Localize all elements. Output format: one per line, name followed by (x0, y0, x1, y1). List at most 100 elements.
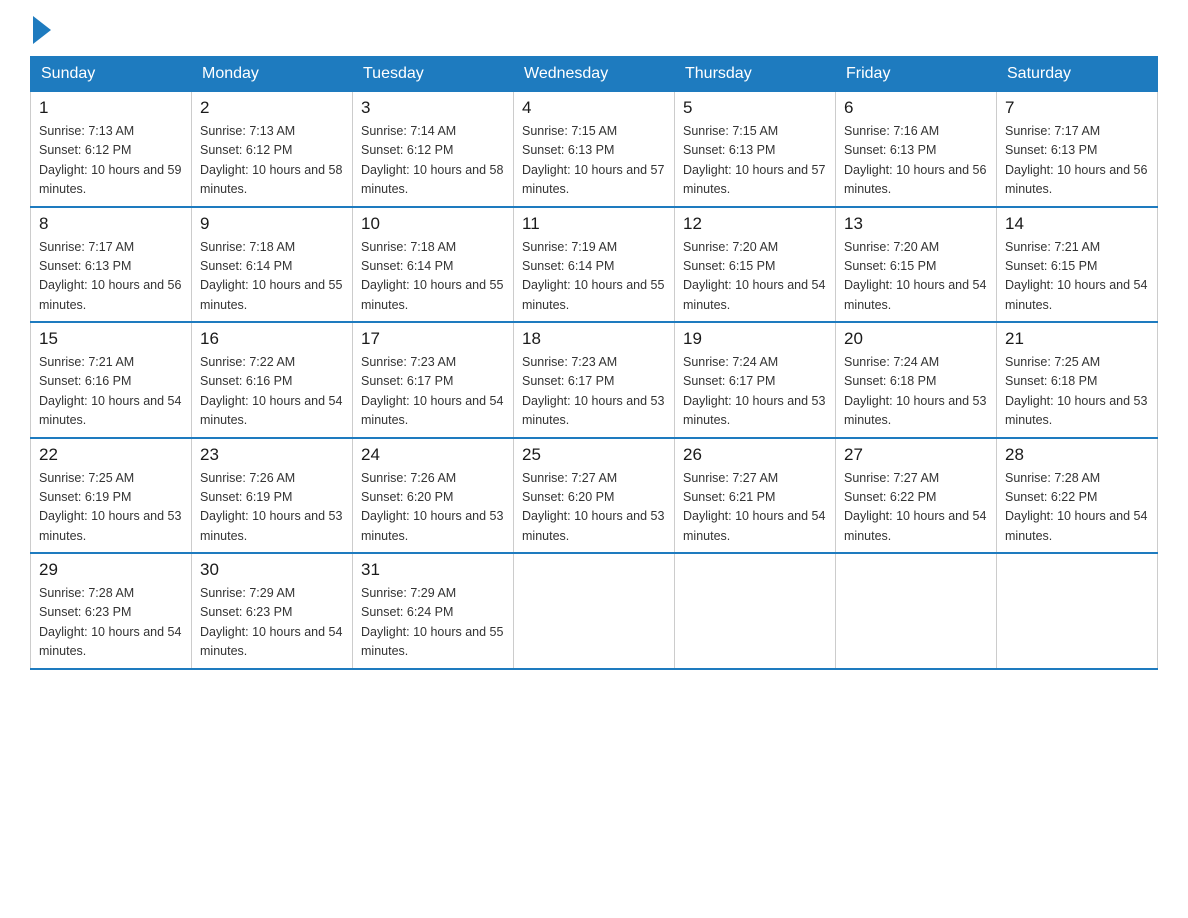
day-number: 17 (361, 329, 505, 349)
day-number: 19 (683, 329, 827, 349)
page-header (30, 20, 1158, 38)
calendar-cell: 16Sunrise: 7:22 AMSunset: 6:16 PMDayligh… (192, 322, 353, 438)
day-number: 9 (200, 214, 344, 234)
logo-arrow-icon (33, 16, 51, 44)
calendar-cell: 27 Sunrise: 7:27 AMSunset: 6:22 PMDayligh… (836, 438, 997, 554)
day-info: Sunrise: 7:13 AMSunset: 6:12 PMDaylight:… (200, 122, 344, 200)
calendar-cell: 9 Sunrise: 7:18 AMSunset: 6:14 PMDaylight… (192, 207, 353, 323)
day-number: 15 (39, 329, 183, 349)
day-header-monday: Monday (192, 57, 353, 92)
calendar-cell: 18 Sunrise: 7:23 AMSunset: 6:17 PMDayligh… (514, 322, 675, 438)
day-number: 27 (844, 445, 988, 465)
day-number: 6 (844, 98, 988, 118)
day-number: 14 (1005, 214, 1149, 234)
day-number: 18 (522, 329, 666, 349)
day-number: 31 (361, 560, 505, 580)
day-info: Sunrise: 7:28 AMSunset: 6:22 PMDaylight:… (1005, 469, 1149, 547)
day-number: 28 (1005, 445, 1149, 465)
day-number: 4 (522, 98, 666, 118)
day-info: Sunrise: 7:28 AMSunset: 6:23 PMDaylight:… (39, 584, 183, 662)
calendar-cell: 13 Sunrise: 7:20 AMSunset: 6:15 PMDayligh… (836, 207, 997, 323)
day-info: Sunrise: 7:13 AMSunset: 6:12 PMDaylight:… (39, 122, 183, 200)
calendar-week-row: 22 Sunrise: 7:25 AMSunset: 6:19 PMDayligh… (31, 438, 1158, 554)
calendar-cell: 3Sunrise: 7:14 AMSunset: 6:12 PMDaylight… (353, 92, 514, 207)
day-header-thursday: Thursday (675, 57, 836, 92)
calendar-cell: 5Sunrise: 7:15 AMSunset: 6:13 PMDaylight… (675, 92, 836, 207)
day-info: Sunrise: 7:15 AMSunset: 6:13 PMDaylight:… (683, 122, 827, 200)
calendar-cell: 26 Sunrise: 7:27 AMSunset: 6:21 PMDayligh… (675, 438, 836, 554)
calendar-cell: 22 Sunrise: 7:25 AMSunset: 6:19 PMDayligh… (31, 438, 192, 554)
day-number: 26 (683, 445, 827, 465)
calendar-cell: 30 Sunrise: 7:29 AMSunset: 6:23 PMDayligh… (192, 553, 353, 669)
day-info: Sunrise: 7:23 AMSunset: 6:17 PMDaylight:… (522, 353, 666, 431)
calendar-week-row: 29Sunrise: 7:28 AMSunset: 6:23 PMDayligh… (31, 553, 1158, 669)
calendar-cell: 1 Sunrise: 7:13 AMSunset: 6:12 PMDaylight… (31, 92, 192, 207)
calendar-cell: 25Sunrise: 7:27 AMSunset: 6:20 PMDayligh… (514, 438, 675, 554)
day-number: 16 (200, 329, 344, 349)
calendar-cell: 2 Sunrise: 7:13 AMSunset: 6:12 PMDaylight… (192, 92, 353, 207)
day-info: Sunrise: 7:25 AMSunset: 6:18 PMDaylight:… (1005, 353, 1149, 431)
day-info: Sunrise: 7:25 AMSunset: 6:19 PMDaylight:… (39, 469, 183, 547)
day-info: Sunrise: 7:26 AMSunset: 6:19 PMDaylight:… (200, 469, 344, 547)
day-info: Sunrise: 7:18 AMSunset: 6:14 PMDaylight:… (200, 238, 344, 316)
day-header-wednesday: Wednesday (514, 57, 675, 92)
day-number: 7 (1005, 98, 1149, 118)
day-info: Sunrise: 7:21 AMSunset: 6:15 PMDaylight:… (1005, 238, 1149, 316)
day-number: 24 (361, 445, 505, 465)
day-info: Sunrise: 7:14 AMSunset: 6:12 PMDaylight:… (361, 122, 505, 200)
calendar-cell: 31 Sunrise: 7:29 AMSunset: 6:24 PMDayligh… (353, 553, 514, 669)
day-number: 2 (200, 98, 344, 118)
day-number: 11 (522, 214, 666, 234)
calendar-cell: 11Sunrise: 7:19 AMSunset: 6:14 PMDayligh… (514, 207, 675, 323)
calendar-week-row: 1 Sunrise: 7:13 AMSunset: 6:12 PMDaylight… (31, 92, 1158, 207)
day-number: 1 (39, 98, 183, 118)
calendar-cell (836, 553, 997, 669)
day-number: 20 (844, 329, 988, 349)
day-info: Sunrise: 7:18 AMSunset: 6:14 PMDaylight:… (361, 238, 505, 316)
calendar-cell: 19 Sunrise: 7:24 AMSunset: 6:17 PMDayligh… (675, 322, 836, 438)
calendar-cell: 24Sunrise: 7:26 AMSunset: 6:20 PMDayligh… (353, 438, 514, 554)
calendar-cell: 15 Sunrise: 7:21 AMSunset: 6:16 PMDayligh… (31, 322, 192, 438)
day-info: Sunrise: 7:16 AMSunset: 6:13 PMDaylight:… (844, 122, 988, 200)
day-header-tuesday: Tuesday (353, 57, 514, 92)
logo-top (30, 20, 51, 44)
day-number: 30 (200, 560, 344, 580)
day-header-sunday: Sunday (31, 57, 192, 92)
day-info: Sunrise: 7:20 AMSunset: 6:15 PMDaylight:… (844, 238, 988, 316)
calendar-cell: 21 Sunrise: 7:25 AMSunset: 6:18 PMDayligh… (997, 322, 1158, 438)
calendar-cell: 10 Sunrise: 7:18 AMSunset: 6:14 PMDayligh… (353, 207, 514, 323)
calendar-cell: 12 Sunrise: 7:20 AMSunset: 6:15 PMDayligh… (675, 207, 836, 323)
day-number: 23 (200, 445, 344, 465)
day-header-friday: Friday (836, 57, 997, 92)
day-info: Sunrise: 7:24 AMSunset: 6:18 PMDaylight:… (844, 353, 988, 431)
day-number: 12 (683, 214, 827, 234)
day-info: Sunrise: 7:29 AMSunset: 6:24 PMDaylight:… (361, 584, 505, 662)
day-info: Sunrise: 7:23 AMSunset: 6:17 PMDaylight:… (361, 353, 505, 431)
calendar-cell: 8Sunrise: 7:17 AMSunset: 6:13 PMDaylight… (31, 207, 192, 323)
day-info: Sunrise: 7:29 AMSunset: 6:23 PMDaylight:… (200, 584, 344, 662)
calendar-cell: 4 Sunrise: 7:15 AMSunset: 6:13 PMDaylight… (514, 92, 675, 207)
day-number: 10 (361, 214, 505, 234)
day-info: Sunrise: 7:15 AMSunset: 6:13 PMDaylight:… (522, 122, 666, 200)
calendar-cell: 20 Sunrise: 7:24 AMSunset: 6:18 PMDayligh… (836, 322, 997, 438)
day-header-saturday: Saturday (997, 57, 1158, 92)
day-info: Sunrise: 7:21 AMSunset: 6:16 PMDaylight:… (39, 353, 183, 431)
day-number: 25 (522, 445, 666, 465)
day-info: Sunrise: 7:27 AMSunset: 6:22 PMDaylight:… (844, 469, 988, 547)
calendar-cell: 28 Sunrise: 7:28 AMSunset: 6:22 PMDayligh… (997, 438, 1158, 554)
calendar-week-row: 15 Sunrise: 7:21 AMSunset: 6:16 PMDayligh… (31, 322, 1158, 438)
calendar-cell (997, 553, 1158, 669)
day-number: 22 (39, 445, 183, 465)
day-info: Sunrise: 7:24 AMSunset: 6:17 PMDaylight:… (683, 353, 827, 431)
day-info: Sunrise: 7:27 AMSunset: 6:21 PMDaylight:… (683, 469, 827, 547)
calendar-cell: 6 Sunrise: 7:16 AMSunset: 6:13 PMDaylight… (836, 92, 997, 207)
day-info: Sunrise: 7:17 AMSunset: 6:13 PMDaylight:… (1005, 122, 1149, 200)
calendar-cell (514, 553, 675, 669)
calendar-cell: 7 Sunrise: 7:17 AMSunset: 6:13 PMDaylight… (997, 92, 1158, 207)
day-number: 21 (1005, 329, 1149, 349)
day-number: 13 (844, 214, 988, 234)
day-info: Sunrise: 7:20 AMSunset: 6:15 PMDaylight:… (683, 238, 827, 316)
calendar-cell (675, 553, 836, 669)
calendar-cell: 17 Sunrise: 7:23 AMSunset: 6:17 PMDayligh… (353, 322, 514, 438)
day-info: Sunrise: 7:17 AMSunset: 6:13 PMDaylight:… (39, 238, 183, 316)
